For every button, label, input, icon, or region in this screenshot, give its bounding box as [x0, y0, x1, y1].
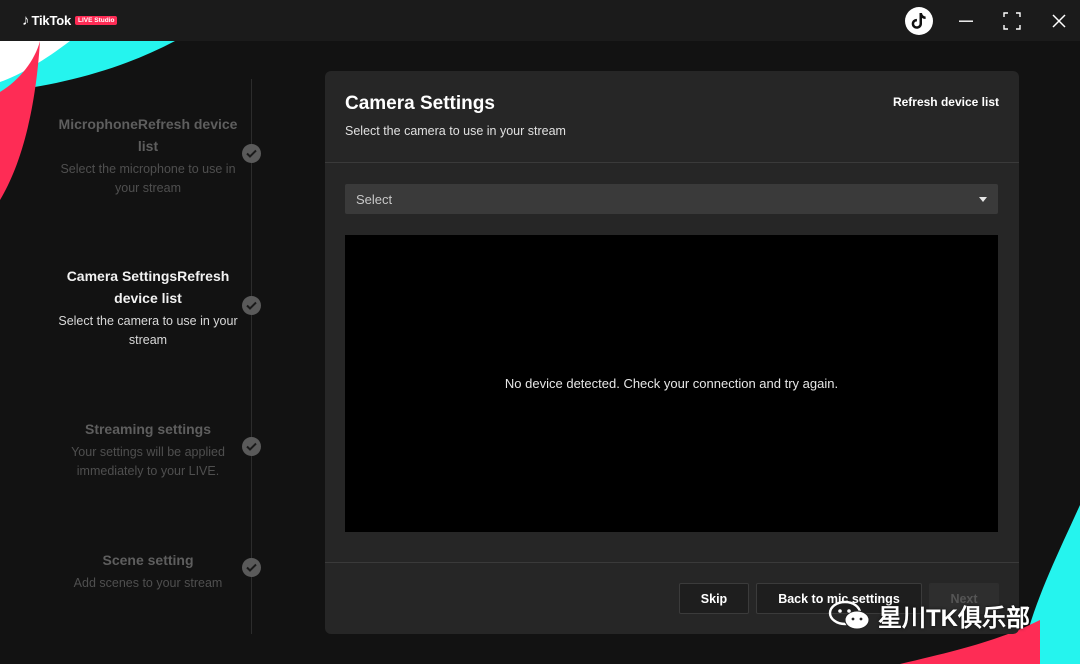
- camera-settings-panel: Camera Settings Select the camera to use…: [325, 71, 1019, 634]
- refresh-device-list-button[interactable]: Refresh device list: [893, 95, 999, 109]
- live-studio-badge: LIVE Studio: [75, 15, 118, 26]
- wechat-icon: [828, 600, 870, 629]
- check-icon: [242, 296, 261, 315]
- no-device-message: No device detected. Check your connectio…: [504, 376, 839, 391]
- page-subtitle: Select the camera to use in your stream: [345, 124, 566, 138]
- divider: [325, 162, 1019, 163]
- camera-preview: No device detected. Check your connectio…: [345, 235, 998, 532]
- step-title: Streaming settings: [84, 421, 212, 437]
- account-avatar-icon[interactable]: [905, 7, 933, 35]
- select-value: Select: [356, 191, 393, 207]
- camera-select-dropdown[interactable]: Select: [345, 184, 998, 214]
- app-name: TikTok: [31, 13, 72, 28]
- tiktok-logo-icon: ♪: [22, 12, 30, 29]
- step-title: Scene setting: [102, 552, 194, 568]
- skip-button[interactable]: Skip: [679, 583, 749, 614]
- step-description: Your settings will be applied immediatel…: [71, 445, 225, 478]
- caret-down-icon: [979, 196, 987, 202]
- step-camera-settings[interactable]: Camera SettingsRefresh device list Selec…: [50, 265, 246, 350]
- step-scene-setting[interactable]: Scene setting Add scenes to your stream: [50, 549, 246, 593]
- check-icon: [242, 144, 261, 163]
- step-streaming-settings[interactable]: Streaming settings Your settings will be…: [50, 418, 246, 481]
- watermark-text: 星川TK俱乐部: [878, 605, 1030, 632]
- step-description: Select the microphone to use in your str…: [60, 162, 236, 195]
- step-title: MicrophoneRefresh device list: [58, 116, 238, 154]
- divider: [325, 562, 1019, 563]
- minimize-button[interactable]: [943, 0, 989, 41]
- title-bar: ♪ TikTok LIVE Studio: [0, 0, 1080, 41]
- maximize-button[interactable]: [989, 0, 1035, 41]
- close-button[interactable]: [1036, 0, 1080, 41]
- page-title: Camera Settings: [345, 93, 495, 114]
- step-description: Add scenes to your stream: [73, 576, 223, 590]
- watermark: 星川TK俱乐部: [828, 598, 1030, 633]
- step-microphone[interactable]: MicrophoneRefresh device list Select the…: [50, 113, 246, 198]
- setup-stepper: MicrophoneRefresh device list Select the…: [0, 41, 300, 664]
- step-description: Select the camera to use in your stream: [58, 314, 238, 347]
- step-title: Camera SettingsRefresh device list: [66, 268, 230, 306]
- app-logo: ♪ TikTok LIVE Studio: [22, 12, 118, 29]
- check-icon: [242, 558, 261, 577]
- check-icon: [242, 437, 261, 456]
